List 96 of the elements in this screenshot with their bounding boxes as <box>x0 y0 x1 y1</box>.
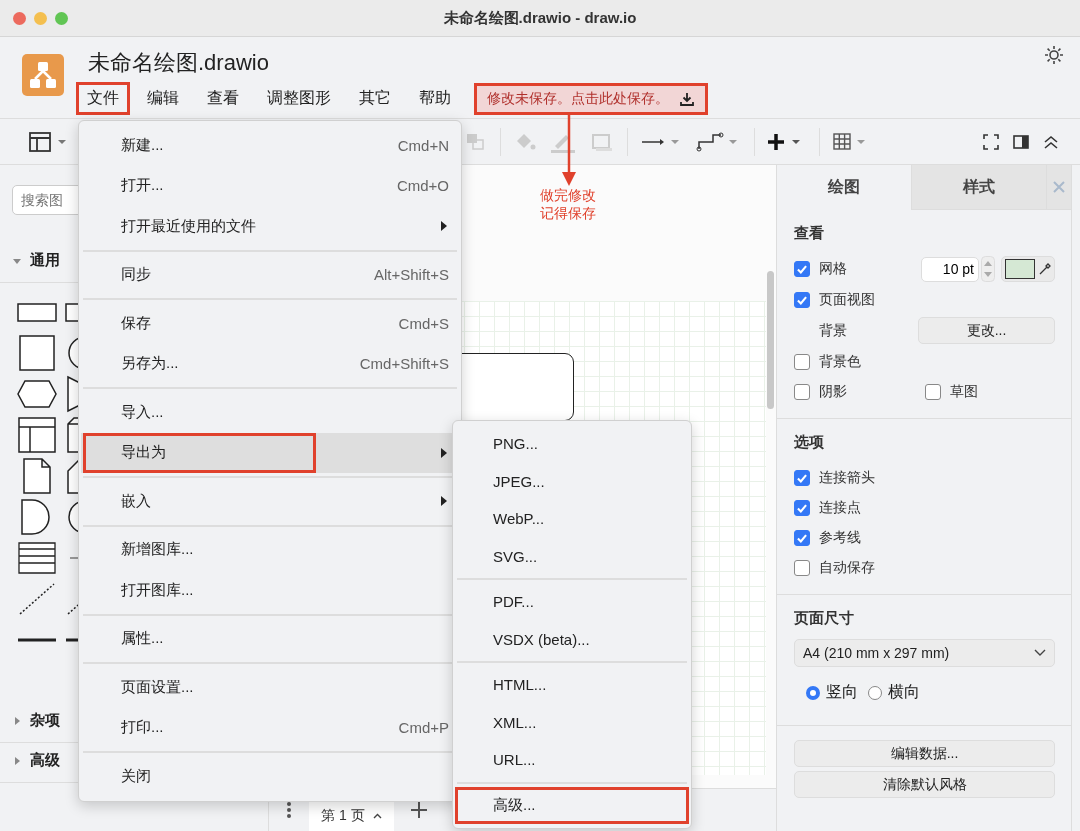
menu-item-label: 页面设置... <box>121 676 194 697</box>
checkbox[interactable] <box>794 469 810 486</box>
checkbox[interactable] <box>794 383 810 400</box>
menu-item[interactable]: 高级... <box>455 786 689 824</box>
menu-item[interactable]: VSDX (beta)... <box>455 620 689 658</box>
shortcut-label: Cmd+S <box>398 314 449 332</box>
checkbox[interactable] <box>794 529 810 546</box>
background-label: 背景 <box>819 321 847 340</box>
menu-item[interactable]: 另存为... Cmd+Shift+S <box>81 343 459 384</box>
shortcut-label: Cmd+O <box>396 177 449 195</box>
menu-item-label: 属性... <box>121 628 164 649</box>
menu-item[interactable]: 查看 <box>196 82 250 115</box>
menu-item[interactable]: 打开最近使用的文件 <box>81 206 459 247</box>
expand-triangle-icon <box>12 755 22 766</box>
menu-item[interactable]: PDF... <box>455 583 689 621</box>
menu-item[interactable]: 打开... Cmd+O <box>81 165 459 206</box>
menu-item-label: 打开... <box>121 175 164 196</box>
checkbox[interactable] <box>794 559 810 576</box>
checkbox-label: 页面视图 <box>819 290 875 309</box>
shape-icon[interactable] <box>16 334 58 372</box>
window-title: 未命名绘图.drawio - draw.io <box>443 8 637 28</box>
scrollbar[interactable] <box>767 271 774 409</box>
radio-button[interactable] <box>868 685 882 700</box>
annotation-note: 做完修改 记得保存 <box>540 186 596 222</box>
change-background-button[interactable]: 更改... <box>918 317 1055 344</box>
menu-item-label: 另存为... <box>121 353 179 374</box>
section-title: 选项 <box>794 433 825 452</box>
chevron-down-icon <box>1034 649 1046 657</box>
checkbox[interactable] <box>794 499 810 516</box>
menu-item[interactable]: 新建... Cmd+N <box>81 125 459 166</box>
checkbox-label: 网格 <box>819 260 847 278</box>
menu-item[interactable]: 文件 <box>76 82 130 115</box>
theme-icon[interactable] <box>1044 45 1064 65</box>
shortcut-label: Cmd+N <box>397 136 449 154</box>
menu-item-label: 新建... <box>121 134 164 155</box>
page-size-select[interactable]: A4 (210 mm x 297 mm) <box>794 639 1055 667</box>
panel-tab[interactable]: 样式 <box>911 165 1046 210</box>
section-title: 查看 <box>794 224 825 243</box>
panel-button[interactable]: 编辑数据... <box>794 740 1055 767</box>
menu-item-label: 导入... <box>121 401 164 422</box>
checkbox-label: 草图 <box>950 382 978 401</box>
checkbox[interactable] <box>925 383 941 400</box>
file-name[interactable]: 未命名绘图.drawio <box>88 50 708 76</box>
close-window-button[interactable] <box>13 11 26 25</box>
format-panel-icon[interactable] <box>1012 132 1030 151</box>
menu-item-label: 导出为 <box>83 432 316 473</box>
checkbox-label: 连接箭头 <box>819 468 875 487</box>
menu-item-label: 打印... <box>121 717 164 738</box>
menu-item-label: 打开最近使用的文件 <box>121 215 256 236</box>
shortcut-label: Cmd+P <box>398 719 449 737</box>
grid-color-button[interactable] <box>1001 256 1055 282</box>
menu-item-label: 同步 <box>121 264 151 285</box>
checkbox[interactable] <box>794 353 810 370</box>
app-logo-icon <box>22 54 64 96</box>
menu-item[interactable]: 同步 Alt+Shift+S <box>81 254 459 295</box>
menu-item-label: 嵌入 <box>121 490 151 511</box>
menu-item-label: 保存 <box>121 312 151 333</box>
shortcut-label: Cmd+Shift+S <box>359 355 449 373</box>
page-menu-icon[interactable] <box>285 800 293 820</box>
unsaved-notice-button[interactable]: 修改未保存。点击此处保存。 <box>474 82 708 115</box>
stepper-icon[interactable] <box>981 256 995 282</box>
fullscreen-icon[interactable] <box>982 132 1000 151</box>
menu-item[interactable]: 调整图形 <box>256 82 342 115</box>
panel-button[interactable]: 清除默认风格 <box>794 771 1055 798</box>
shape-icon[interactable] <box>16 539 58 577</box>
eyedropper-icon <box>1038 262 1052 276</box>
menu-item-label: 关闭 <box>121 765 151 786</box>
radio-label: 竖向 <box>826 682 858 702</box>
shape-icon[interactable] <box>16 416 58 454</box>
menu-item-label: 新增图库... <box>121 539 194 560</box>
radio-label: 横向 <box>888 682 920 702</box>
checkbox-label: 背景色 <box>819 352 861 371</box>
caret-up-icon <box>372 813 382 819</box>
menu-item[interactable]: 其它 <box>348 82 402 115</box>
grid-size-field[interactable]: 10 pt <box>921 256 979 282</box>
menu-item[interactable]: 帮助 <box>408 82 462 115</box>
menu-item[interactable]: 编辑 <box>136 82 190 115</box>
download-icon <box>679 90 695 107</box>
menu-item-label: 打开图库... <box>121 579 194 600</box>
menu-item[interactable]: URL... <box>455 741 689 779</box>
menu-item[interactable]: SVG... <box>455 537 689 575</box>
shortcut-label: Alt+Shift+S <box>373 266 449 284</box>
add-page-icon[interactable] <box>409 801 428 819</box>
menu-item[interactable]: XML... <box>455 703 689 741</box>
checkbox-label: 自动保存 <box>819 558 875 577</box>
checkbox-label: 连接点 <box>819 498 861 517</box>
expand-triangle-icon <box>12 715 22 726</box>
menu-item[interactable]: WebP... <box>455 500 689 538</box>
radio-button[interactable] <box>806 685 820 700</box>
checkbox-label: 参考线 <box>819 528 861 547</box>
section-title: 页面尺寸 <box>794 609 855 628</box>
menu-item[interactable]: HTML... <box>455 666 689 704</box>
checkbox[interactable] <box>794 291 810 308</box>
menu-item[interactable]: 保存 Cmd+S <box>81 303 459 344</box>
checkbox-label: 阴影 <box>819 382 847 401</box>
checkbox[interactable] <box>794 261 810 277</box>
